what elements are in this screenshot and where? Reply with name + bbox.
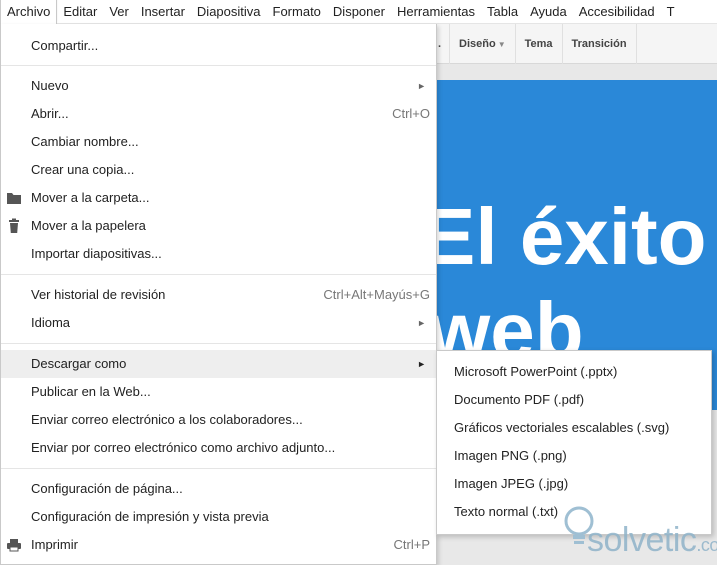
menu-separator <box>1 274 436 275</box>
menu-separator <box>1 468 436 469</box>
menu-item-label: Enviar correo electrónico a los colabora… <box>31 412 303 427</box>
submenu-arrow-icon: ► <box>417 359 426 369</box>
menu-insertar[interactable]: Insertar <box>135 0 191 24</box>
menu-item-label: Publicar en la Web... <box>31 384 151 399</box>
menu-item-email-attachment[interactable]: Enviar por correo electrónico como archi… <box>1 434 436 462</box>
menu-item-label: Descargar como <box>31 356 127 371</box>
menu-tabla[interactable]: Tabla <box>481 0 524 24</box>
menu-separator <box>1 65 436 66</box>
shortcut-label: Ctrl+P <box>393 537 430 552</box>
menu-separator <box>1 343 436 344</box>
menu-herramientas[interactable]: Herramientas <box>391 0 481 24</box>
printer-icon <box>7 539 21 552</box>
download-svg[interactable]: Gráficos vectoriales escalables (.svg) <box>437 414 711 442</box>
menu-item-print[interactable]: Imprimir Ctrl+P <box>1 531 436 559</box>
menu-item-label: Enviar por correo electrónico como archi… <box>31 440 336 455</box>
menu-item-new[interactable]: Nuevo ► <box>1 72 436 100</box>
menu-ver[interactable]: Ver <box>103 0 135 24</box>
toolbar-theme-button[interactable]: Tema <box>516 23 563 64</box>
menu-item-publish[interactable]: Publicar en la Web... <box>1 378 436 406</box>
menu-diapositiva[interactable]: Diapositiva <box>191 0 267 24</box>
watermark-suffix: .com <box>696 535 717 555</box>
menu-item-rename[interactable]: Cambiar nombre... <box>1 128 436 156</box>
download-pdf[interactable]: Documento PDF (.pdf) <box>437 386 711 414</box>
shortcut-label: Ctrl+Alt+Mayús+G <box>323 287 430 302</box>
menu-item-label: Configuración de impresión y vista previ… <box>31 509 269 524</box>
menu-item-share[interactable]: Compartir... <box>1 32 436 60</box>
toolbar-layout-label: Diseño <box>459 37 496 50</box>
menu-item-label: Cambiar nombre... <box>31 134 139 149</box>
menu-item-email-collaborators[interactable]: Enviar correo electrónico a los colabora… <box>1 406 436 434</box>
menu-item-label: Mover a la carpeta... <box>31 190 150 205</box>
file-menu-dropdown: Compartir... Nuevo ► Abrir... Ctrl+O Cam… <box>0 24 437 565</box>
menu-item-label: Importar diapositivas... <box>31 246 162 261</box>
menu-item-page-setup[interactable]: Configuración de página... <box>1 475 436 503</box>
menu-item-revision-history[interactable]: Ver historial de revisión Ctrl+Alt+Mayús… <box>1 281 436 309</box>
menu-item-label: Nuevo <box>31 78 69 93</box>
menu-item-move-folder[interactable]: Mover a la carpeta... <box>1 184 436 212</box>
shortcut-label: Ctrl+O <box>392 106 430 121</box>
toolbar-transition-button[interactable]: Transición <box>563 23 637 64</box>
menu-item-print-setup[interactable]: Configuración de impresión y vista previ… <box>1 503 436 531</box>
menu-item-label: Imprimir <box>31 537 78 552</box>
menu-item-download-as[interactable]: Descargar como ► <box>1 350 436 378</box>
menu-accesibilidad[interactable]: Accesibilidad <box>573 0 661 24</box>
menu-formato[interactable]: Formato <box>267 0 327 24</box>
download-jpg[interactable]: Imagen JPEG (.jpg) <box>437 470 711 498</box>
toolbar-overflow[interactable]: . <box>436 23 450 64</box>
submenu-arrow-icon: ► <box>417 81 426 91</box>
menu-item-label: Idioma <box>31 315 71 330</box>
menu-item-label: Abrir... <box>31 106 69 121</box>
menu-item-label: Ver historial de revisión <box>31 287 166 302</box>
watermark-text: solvetic.com <box>587 521 717 560</box>
menu-archivo[interactable]: Archivo <box>0 0 58 24</box>
menu-item-open[interactable]: Abrir... Ctrl+O <box>1 100 436 128</box>
editor-toolbar: . Diseño ▼ Tema Transición <box>436 23 717 64</box>
solvetic-watermark: solvetic.com <box>556 505 717 565</box>
menu-item-label: Crear una copia... <box>31 162 135 177</box>
download-pptx[interactable]: Microsoft PowerPoint (.pptx) <box>437 358 711 386</box>
menu-item-label: Configuración de página... <box>31 481 183 496</box>
trash-icon <box>9 218 19 233</box>
menu-item-label: Mover a la papelera <box>31 218 146 233</box>
menu-ayuda[interactable]: Ayuda <box>524 0 573 24</box>
chevron-down-icon: ▼ <box>497 39 506 49</box>
menu-item-label: Compartir... <box>31 38 99 53</box>
toolbar-layout-button[interactable]: Diseño ▼ <box>450 23 516 64</box>
menu-item-import-slides[interactable]: Importar diapositivas... <box>1 240 436 268</box>
menu-item-move-trash[interactable]: Mover a la papelera <box>1 212 436 240</box>
menu-item-language[interactable]: Idioma ► <box>1 309 436 337</box>
menu-editar[interactable]: Editar <box>57 0 103 24</box>
menu-bar: Archivo Editar Ver Insertar Diapositiva … <box>0 0 717 24</box>
submenu-arrow-icon: ► <box>417 318 426 328</box>
menu-disponer[interactable]: Disponer <box>327 0 391 24</box>
download-png[interactable]: Imagen PNG (.png) <box>437 442 711 470</box>
menu-truncated[interactable]: T <box>661 0 681 24</box>
menu-item-copy[interactable]: Crear una copia... <box>1 156 436 184</box>
folder-icon <box>7 193 21 204</box>
watermark-main: solvetic <box>587 521 697 559</box>
slide-title-line1: El éxito <box>436 192 707 281</box>
